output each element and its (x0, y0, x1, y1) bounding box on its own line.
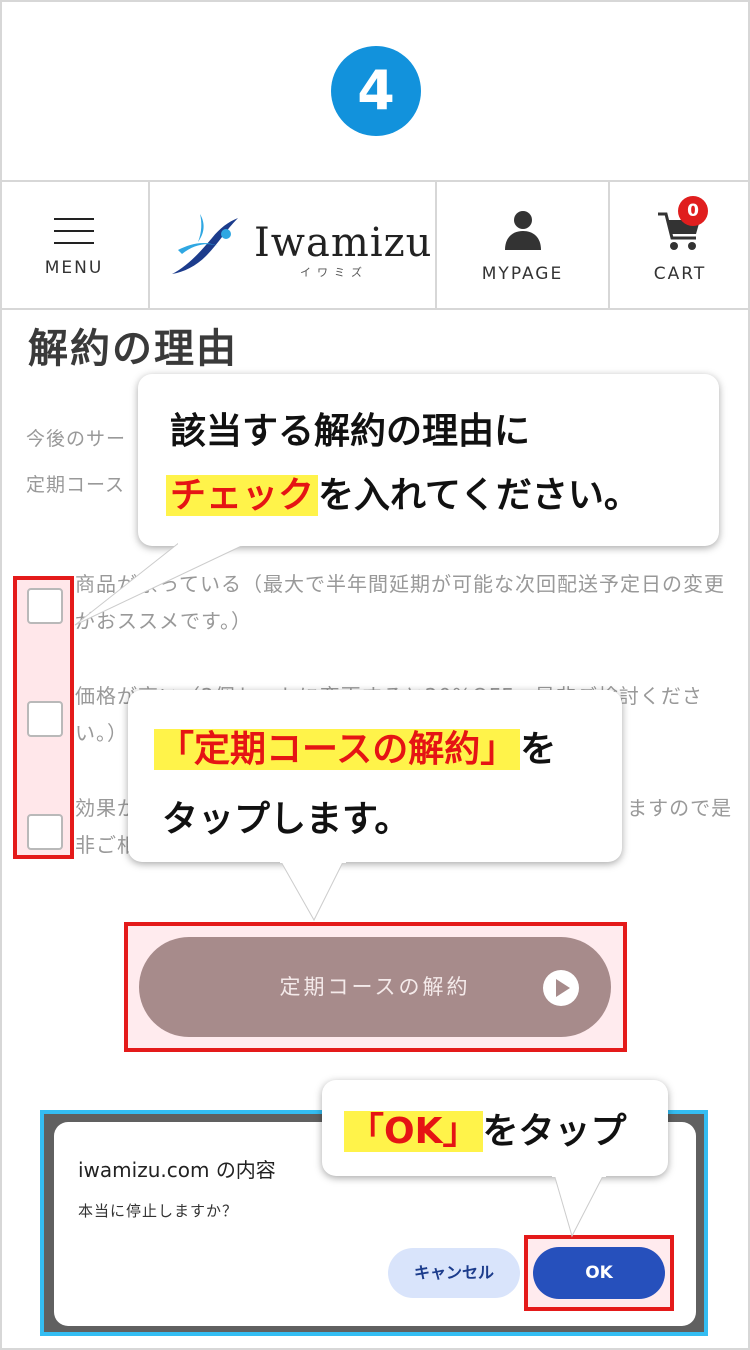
person-icon (505, 211, 541, 250)
intro-text-line1: 今後のサー (26, 428, 127, 450)
reason-checkbox-2[interactable] (27, 701, 63, 737)
reason-checkbox-1[interactable] (27, 588, 63, 624)
dialog-ok-button[interactable]: OK (533, 1247, 665, 1299)
mypage-label: MYPAGE (481, 264, 564, 284)
callout-text-rest: をタップ (482, 1111, 627, 1152)
site-header: MENU Iwamizu イワミズ MYPAGE 0 CART (0, 180, 750, 310)
callout-text: タップします。 (162, 799, 411, 840)
callout-text: 「定期コースの解約」を (154, 720, 556, 772)
callout-tail (74, 540, 252, 626)
dialog-title: iwamizu.com の内容 (78, 1158, 276, 1182)
step-badge: 4 (331, 46, 421, 136)
logo-mark-icon (172, 214, 238, 274)
logo-subtitle: イワミズ (300, 266, 368, 279)
play-circle-icon (543, 970, 579, 1006)
callout-text-rest: を (520, 729, 557, 770)
callout-highlight: チェック (166, 475, 319, 516)
cart-count-badge: 0 (678, 196, 708, 226)
reason-checkbox-3[interactable] (27, 814, 63, 850)
logo-wordmark: Iwamizu (254, 220, 433, 266)
callout-check-reason (138, 374, 719, 546)
callout-tail (552, 1172, 606, 1238)
dialog-message: 本当に停止しますか？ (78, 1202, 239, 1220)
intro-text-line2: 定期コース (26, 474, 126, 496)
mypage-button[interactable]: MYPAGE (437, 182, 610, 308)
callout-text: 「OK」 をタップ (344, 1102, 627, 1154)
site-logo[interactable]: Iwamizu イワミズ (150, 182, 437, 308)
callout-text: チェック を入れてください。 (166, 466, 640, 518)
dialog-cancel-button[interactable]: キャンセル (388, 1248, 520, 1298)
cart-button[interactable]: 0 CART (610, 182, 750, 308)
cart-label: CART (653, 264, 707, 284)
menu-button[interactable]: MENU (0, 182, 150, 308)
callout-highlight: 「OK」 (344, 1111, 483, 1152)
callout-highlight: 「定期コースの解約」 (154, 729, 521, 770)
hamburger-icon (54, 218, 94, 244)
callout-text-rest: を入れてください。 (318, 475, 640, 516)
callout-text: 該当する解約の理由に (170, 411, 531, 452)
callout-tail (280, 858, 346, 922)
page-title: 解約の理由 (28, 326, 238, 372)
menu-label: MENU (44, 258, 104, 278)
